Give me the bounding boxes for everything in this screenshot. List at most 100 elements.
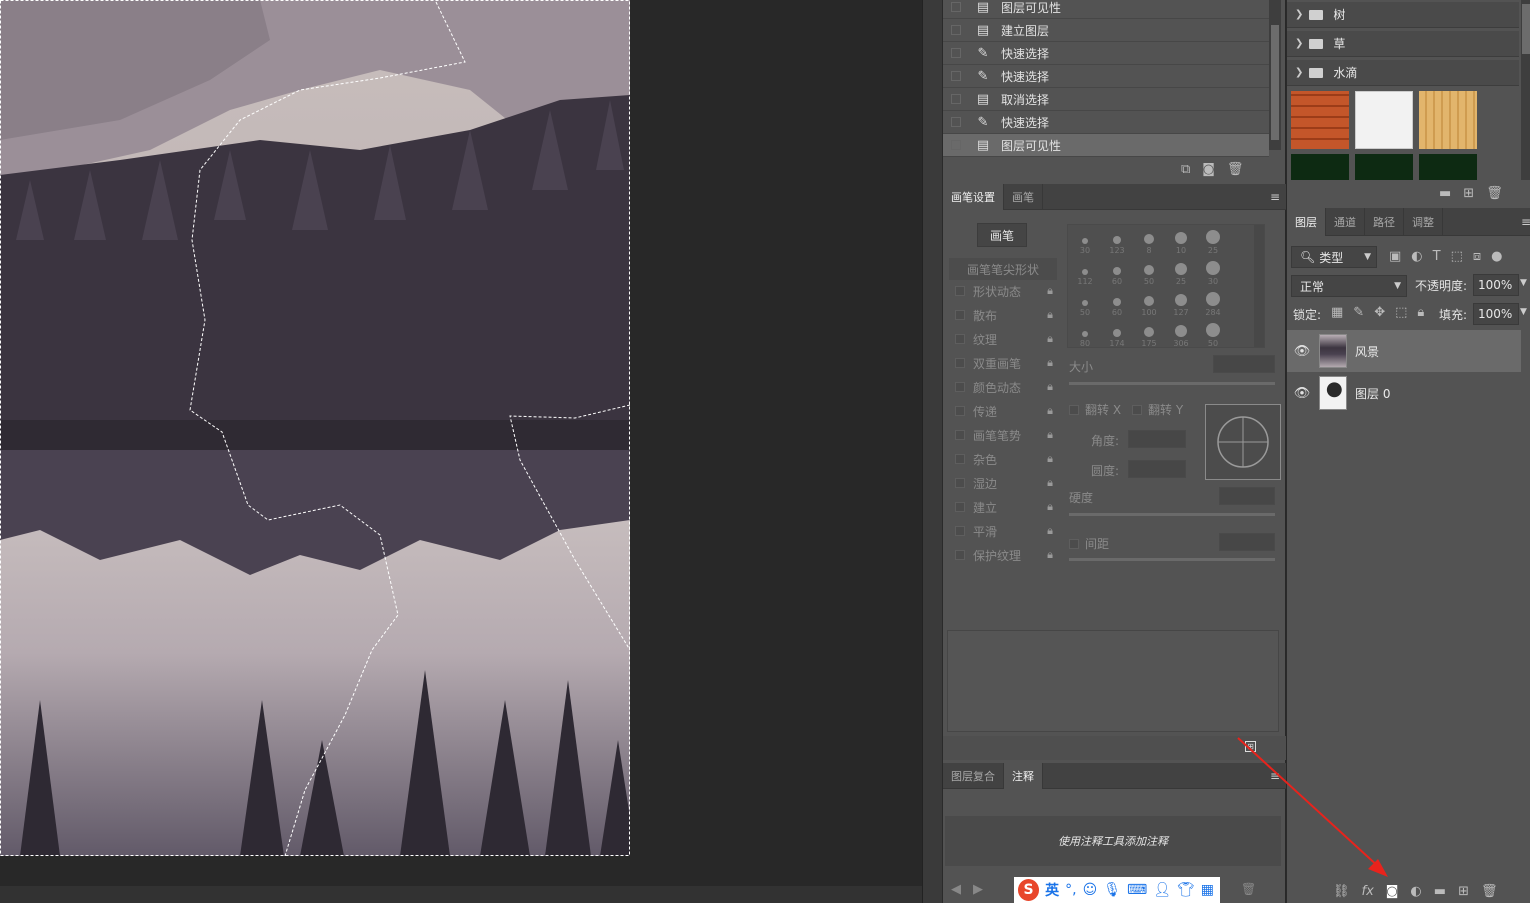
brush-preset[interactable]: 50 (1070, 287, 1100, 317)
trash-icon[interactable]: 🗑 (1227, 162, 1244, 177)
lock-icon[interactable]: 🔒︎ (1047, 332, 1053, 346)
lock-icon[interactable]: 🔒︎ (1047, 308, 1053, 322)
history-checkbox[interactable] (951, 140, 961, 150)
history-item[interactable]: ▤ 建立图层 (943, 19, 1269, 42)
flip-y-checkbox[interactable] (1132, 404, 1142, 415)
keyboard-icon[interactable]: ⌨ (1127, 882, 1147, 898)
chevron-down-icon[interactable]: ▼ (1520, 307, 1527, 317)
lock-icon[interactable]: 🔒︎ (1047, 548, 1053, 562)
fill-field[interactable]: 100% (1473, 303, 1519, 325)
brush-preset[interactable]: 25 (1198, 225, 1228, 255)
brush-option-item[interactable]: 颜色动态 🔒︎ (949, 376, 1057, 398)
brush-option-checkbox[interactable] (955, 478, 965, 488)
lock-artboard-icon[interactable]: ⬚ (1395, 305, 1407, 320)
brush-preset[interactable]: 30 (1198, 256, 1228, 286)
brush-preset[interactable]: 50 (1198, 318, 1228, 348)
size-field[interactable] (1213, 355, 1275, 373)
shape-filter-icon[interactable]: ⬚ (1451, 249, 1463, 264)
smart-object-filter-icon[interactable]: ⧈ (1473, 249, 1481, 264)
brush-preset[interactable]: 60 (1102, 256, 1132, 286)
brush-preset[interactable]: 123 (1102, 225, 1132, 255)
brush-preset[interactable]: 127 (1166, 287, 1196, 317)
spacing-slider[interactable] (1069, 558, 1275, 561)
brush-option-item[interactable]: 湿边 🔒︎ (949, 472, 1057, 494)
chevron-down-icon[interactable]: ▼ (1520, 278, 1527, 288)
layer-name[interactable]: 图层 0 (1355, 385, 1390, 402)
brush-preset[interactable]: 284 (1198, 287, 1228, 317)
ime-mode-label[interactable]: 英 (1045, 880, 1059, 900)
leaves-thumbnail[interactable] (1355, 154, 1413, 180)
history-item-selected[interactable]: ▤ 图层可见性 (943, 134, 1269, 157)
eye-icon[interactable]: 👁︎ (1287, 344, 1317, 359)
lock-icon[interactable]: 🔒︎ (1047, 500, 1053, 514)
spacing-option[interactable]: 间距 (1069, 535, 1109, 552)
layer-row[interactable]: 👁︎ 图层 0 (1287, 372, 1521, 414)
collapsed-panel-strip[interactable] (922, 0, 942, 903)
tab-brushes[interactable]: 画笔 (1004, 184, 1043, 210)
brush-option-item[interactable]: 纹理 🔒︎ (949, 328, 1057, 350)
sogou-logo-icon[interactable]: S (1018, 879, 1040, 901)
brush-option-checkbox[interactable] (955, 430, 965, 440)
brush-option-item[interactable]: 形状动态 🔒︎ (949, 280, 1057, 302)
emoji-icon[interactable]: ☺ (1083, 882, 1098, 898)
next-note-icon[interactable]: ▶ (973, 882, 983, 897)
brush-presets-button[interactable]: 画笔 (977, 223, 1027, 247)
brush-angle-preview[interactable] (1205, 404, 1281, 480)
hardness-slider[interactable] (1069, 513, 1275, 516)
brush-option-item[interactable]: 建立 🔒︎ (949, 496, 1057, 518)
brush-option-item[interactable]: 传递 🔒︎ (949, 400, 1057, 422)
lock-icon[interactable]: 🔒︎ (1047, 284, 1053, 298)
brush-option-checkbox[interactable] (955, 526, 965, 536)
history-item[interactable]: ✎ 快速选择 (943, 42, 1269, 65)
chevron-right-icon[interactable]: ❯ (1295, 9, 1303, 20)
folder-icon[interactable]: ▬ (1439, 186, 1451, 201)
adjustment-filter-icon[interactable]: ◐ (1411, 249, 1422, 264)
filter-toggle-icon[interactable]: ● (1491, 249, 1502, 264)
tab-brush-settings[interactable]: 画笔设置 (943, 184, 1004, 210)
brush-preset[interactable]: 60 (1102, 287, 1132, 317)
lock-icon[interactable]: 🔒︎ (1047, 380, 1053, 394)
brush-tip-shape-item[interactable]: 画笔笔尖形状 (949, 258, 1057, 280)
history-scrollbar[interactable] (1269, 0, 1281, 150)
tab-paths[interactable]: 路径 (1365, 208, 1404, 236)
lock-icon[interactable]: 🔒︎ (1047, 428, 1053, 442)
document-canvas-area[interactable] (0, 0, 922, 903)
tab-layers[interactable]: 图层 (1287, 208, 1326, 236)
scrollbar-thumb[interactable] (1271, 25, 1279, 140)
punctuation-icon[interactable]: °, (1065, 882, 1076, 898)
history-checkbox[interactable] (951, 94, 961, 104)
tab-notes[interactable]: 注释 (1004, 763, 1043, 789)
opacity-field[interactable]: 100% (1473, 274, 1519, 296)
lock-icon[interactable]: 🔒︎ (1047, 356, 1053, 370)
lock-position-icon[interactable]: ✥ (1374, 305, 1385, 320)
flip-x-option[interactable]: 翻转 X (1069, 401, 1121, 418)
fx-icon[interactable]: fx (1362, 884, 1374, 899)
brush-option-checkbox[interactable] (955, 310, 965, 320)
spacing-checkbox[interactable] (1069, 538, 1079, 549)
library-folder[interactable]: ❯ 树 (1287, 2, 1519, 28)
library-folder[interactable]: ❯ 水滴 (1287, 60, 1519, 86)
marble-texture-thumbnail[interactable] (1355, 91, 1413, 149)
trash-icon[interactable]: 🗑 (1486, 186, 1503, 201)
new-layer-icon[interactable]: ⊞ (1458, 884, 1469, 899)
microphone-icon[interactable]: 🎙︎ (1103, 882, 1121, 898)
brush-preset[interactable]: 100 (1134, 287, 1164, 317)
light-wood-texture-thumbnail[interactable] (1419, 91, 1477, 149)
brush-option-checkbox[interactable] (955, 454, 965, 464)
brush-option-checkbox[interactable] (955, 550, 965, 560)
ime-toolbar[interactable]: S 英 °, ☺ 🎙︎ ⌨ 👤︎ 👕︎ ▦ (1014, 877, 1220, 903)
brush-option-item[interactable]: 杂色 🔒︎ (949, 448, 1057, 470)
spacing-field[interactable] (1219, 533, 1275, 551)
hardness-field[interactable] (1219, 487, 1275, 505)
brush-option-checkbox[interactable] (955, 286, 965, 296)
skin-icon[interactable]: 👕︎ (1177, 882, 1195, 898)
lock-image-icon[interactable]: ✎ (1353, 305, 1364, 320)
lock-icon[interactable]: 🔒︎ (1047, 524, 1053, 538)
layer-name[interactable]: 风景 (1355, 343, 1379, 360)
layer-row-selected[interactable]: 👁︎ 风景 (1287, 330, 1521, 372)
size-slider[interactable] (1069, 382, 1275, 385)
brush-grid-scrollbar[interactable] (1254, 225, 1264, 347)
panel-menu-icon[interactable]: ≡ (1270, 769, 1280, 783)
panel-menu-icon[interactable]: ≡ (1521, 215, 1530, 229)
layer-filter-dropdown[interactable]: 🔍︎ 类型 ▼ (1291, 246, 1377, 268)
